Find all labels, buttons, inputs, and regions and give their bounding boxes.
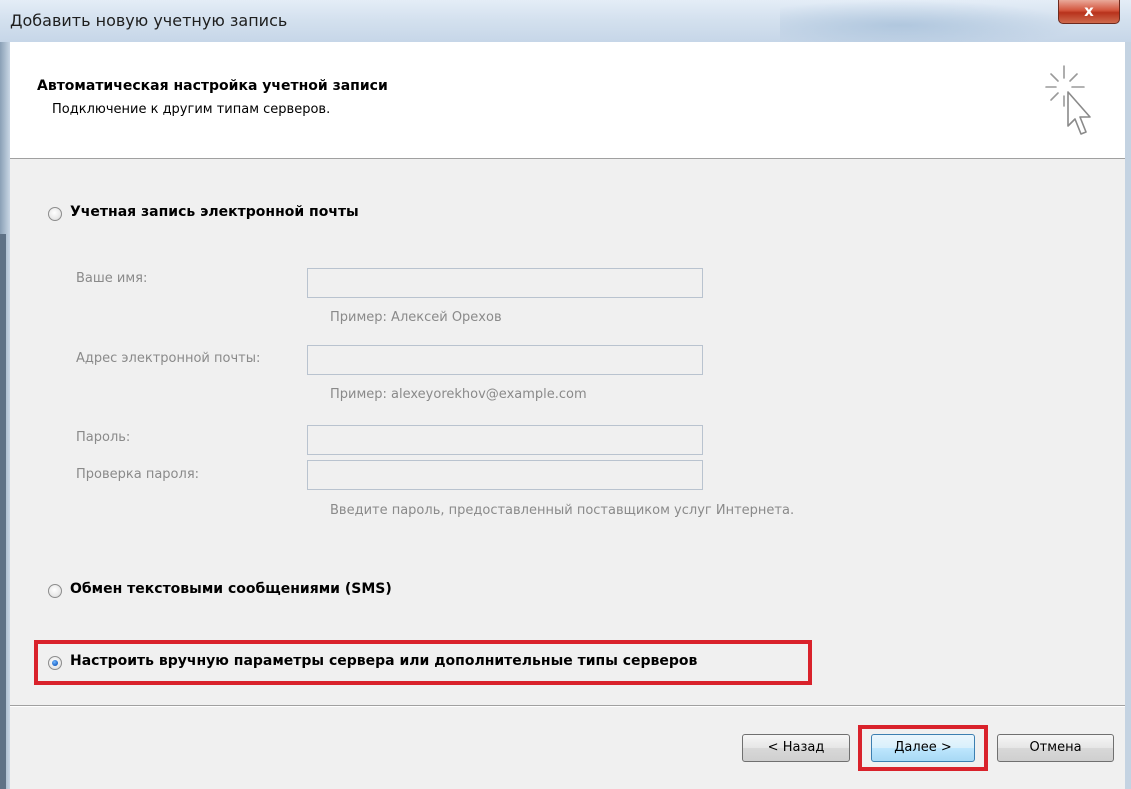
email-label: Адрес электронной почты: — [76, 351, 261, 366]
window-title: Добавить новую учетную запись — [10, 11, 288, 30]
sms-label[interactable]: Обмен текстовыми сообщениями (SMS) — [70, 581, 392, 597]
title-bar-glow — [780, 0, 1080, 42]
window-frame-left — [0, 42, 10, 789]
email-account-radio[interactable] — [48, 207, 62, 221]
password-label: Пароль: — [76, 430, 131, 445]
footer-separator — [10, 705, 1125, 707]
header-subtitle: Подключение к другим типам серверов. — [52, 102, 331, 117]
manual-setup-radio[interactable] — [48, 656, 62, 670]
password-confirm-input[interactable] — [307, 460, 703, 490]
manual-setup-label[interactable]: Настроить вручную параметры сервера или … — [70, 653, 697, 669]
window-frame-right — [1125, 42, 1131, 789]
password-confirm-label: Проверка пароля: — [76, 467, 200, 482]
password-hint: Введите пароль, предоставленный поставщи… — [330, 503, 795, 518]
cancel-button[interactable]: Отмена — [997, 734, 1114, 762]
sms-radio[interactable] — [48, 584, 62, 598]
wizard-header: Автоматическая настройка учетной записи … — [10, 42, 1125, 159]
back-button[interactable]: < Назад — [742, 734, 850, 762]
email-account-label[interactable]: Учетная запись электронной почты — [70, 204, 359, 220]
name-input[interactable] — [307, 268, 703, 298]
wizard-cursor-icon — [1045, 65, 1091, 135]
name-label: Ваше имя: — [76, 271, 148, 286]
password-input[interactable] — [307, 425, 703, 455]
email-hint: Пример: alexeyorekhov@example.com — [330, 387, 587, 402]
next-button[interactable]: Далее > — [871, 734, 975, 762]
header-title: Автоматическая настройка учетной записи — [37, 78, 388, 94]
email-input[interactable] — [307, 345, 703, 375]
background-window-edge — [0, 234, 6, 789]
name-hint: Пример: Алексей Орехов — [330, 310, 502, 325]
dialog-body: Автоматическая настройка учетной записи … — [10, 42, 1125, 789]
close-button[interactable]: x — [1058, 0, 1120, 24]
title-bar: Добавить новую учетную запись x — [0, 0, 1131, 42]
